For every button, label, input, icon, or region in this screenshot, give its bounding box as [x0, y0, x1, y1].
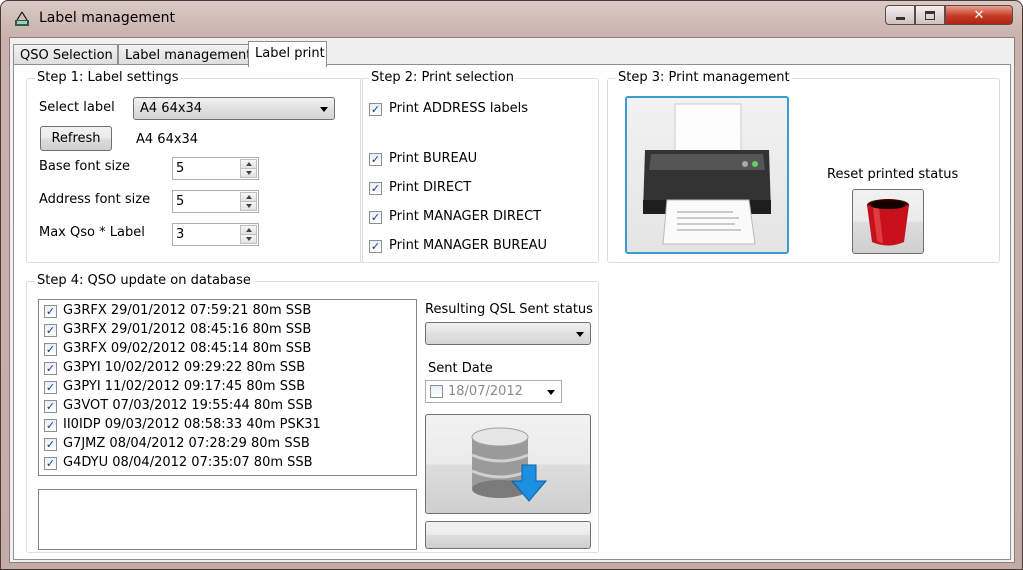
minimize-button[interactable] — [885, 5, 915, 25]
checkmark-icon: ✓ — [369, 153, 382, 166]
checkmark-icon[interactable]: ✓ — [44, 400, 57, 413]
max-qso-spinner[interactable]: 3 — [172, 223, 259, 246]
step3-title: Step 3: Print management — [616, 70, 792, 85]
list-item[interactable]: ✓ G4DYU 08/04/2012 07:35:07 80m SSB — [39, 454, 416, 473]
list-item-text: G3RFX 09/02/2012 08:45:14 80m SSB — [63, 341, 312, 356]
list-item[interactable]: ✓ G3RFX 29/01/2012 07:59:21 80m SSB — [39, 302, 416, 321]
max-qso-label: Max Qso * Label — [39, 225, 145, 240]
qsl-status-select[interactable] — [425, 322, 591, 345]
list-item[interactable]: ✓ G3RFX 29/01/2012 08:45:16 80m SSB — [39, 321, 416, 340]
log-textbox[interactable] — [38, 489, 417, 550]
checkmark-icon[interactable]: ✓ — [44, 419, 57, 432]
list-item[interactable]: ✓ G3PYI 11/02/2012 09:17:45 80m SSB — [39, 378, 416, 397]
address-font-size-spinner[interactable]: 5 — [172, 190, 259, 213]
chevron-down-icon — [320, 107, 328, 112]
title-bar[interactable]: Label management ✕ — [1, 1, 1022, 39]
list-item-text: G7JMZ 08/04/2012 07:28:29 80m SSB — [63, 436, 310, 451]
close-button[interactable]: ✕ — [945, 5, 1013, 25]
list-item[interactable]: ✓ G3PYI 10/02/2012 09:29:22 80m SSB — [39, 359, 416, 378]
close-icon: ✕ — [973, 7, 985, 23]
checkmark-icon: ✓ — [369, 182, 382, 195]
list-item[interactable]: ✓ G7JMZ 08/04/2012 07:28:29 80m SSB — [39, 435, 416, 454]
red-bin-icon — [867, 198, 909, 245]
list-item-text: II0IDP 09/03/2012 08:58:33 40m PSK31 — [63, 417, 321, 432]
list-item-text: G3VOT 07/03/2012 19:55:44 80m SSB — [63, 398, 313, 413]
address-font-size-label: Address font size — [39, 192, 151, 207]
list-item-text: G3RFX 29/01/2012 08:45:16 80m SSB — [63, 322, 312, 337]
tab-label-print[interactable]: Label print — [248, 41, 327, 67]
progress-bar — [425, 521, 591, 549]
spinner-down-icon[interactable] — [240, 201, 257, 211]
step1-title: Step 1: Label settings — [35, 70, 181, 85]
spinner-down-icon[interactable] — [240, 234, 257, 244]
sent-date-picker[interactable]: 18/07/2012 — [425, 380, 562, 403]
maximize-icon — [925, 10, 935, 20]
print-manager-direct-label: Print MANAGER DIRECT — [389, 209, 542, 224]
qso-checked-list[interactable]: ✓ G3RFX 29/01/2012 07:59:21 80m SSB ✓ G3RF… — [38, 299, 417, 476]
base-font-size-value: 5 — [176, 161, 185, 176]
step2-group: Step 2: Print selection ✓ Print ADDRESS l… — [360, 70, 599, 263]
base-font-size-spinner[interactable]: 5 — [172, 157, 259, 180]
checkmark-icon[interactable]: ✓ — [44, 324, 57, 337]
window-title: Label management — [39, 10, 176, 26]
chevron-down-icon — [547, 390, 555, 395]
list-item[interactable]: ✓ G3RFX 09/02/2012 08:45:14 80m SSB — [39, 340, 416, 359]
chevron-down-icon — [576, 332, 584, 337]
checkmark-icon: ✓ — [369, 211, 382, 224]
printer-icon — [643, 103, 771, 245]
qsl-status-label: Resulting QSL Sent status — [425, 302, 593, 317]
client-area: QSO Selection Label management Label pri… — [9, 37, 1015, 563]
minimize-icon — [895, 16, 905, 20]
refresh-button[interactable]: Refresh — [40, 126, 112, 151]
checkmark-icon[interactable]: ✓ — [44, 362, 57, 375]
checkmark-icon[interactable]: ✓ — [44, 457, 57, 470]
label-print-page: Step 1: Label settings Select label A4 6… — [13, 64, 1011, 560]
list-item-text: G3PYI 10/02/2012 09:29:22 80m SSB — [63, 360, 306, 375]
reset-printed-status-button[interactable] — [852, 189, 924, 254]
select-label-caption: Select label — [39, 100, 115, 115]
checkmark-icon[interactable]: ✓ — [44, 438, 57, 451]
reset-printed-status-label: Reset printed status — [827, 167, 959, 182]
print-manager-bureau-label: Print MANAGER BUREAU — [389, 238, 548, 253]
step3-group: Step 3: Print management Reset printed s… — [607, 70, 1000, 263]
address-font-size-value: 5 — [176, 194, 185, 209]
app-window: Label management ✕ QSO Selection Label m… — [0, 0, 1023, 570]
list-item-text: G3RFX 29/01/2012 07:59:21 80m SSB — [63, 303, 312, 318]
antenna-icon — [15, 11, 29, 26]
maximize-button[interactable] — [915, 5, 945, 25]
current-label-text: A4 64x34 — [136, 132, 199, 147]
checkmark-icon: ✓ — [369, 103, 382, 116]
checkmark-icon[interactable]: ✓ — [44, 381, 57, 394]
sent-date-label: Sent Date — [428, 361, 493, 376]
checkmark-icon[interactable]: ✓ — [44, 305, 57, 318]
sent-date-checkbox[interactable] — [430, 385, 443, 398]
checkmark-icon: ✓ — [369, 240, 382, 253]
step1-group: Step 1: Label settings Select label A4 6… — [26, 70, 363, 263]
print-bureau-label: Print BUREAU — [389, 151, 478, 166]
print-button[interactable] — [625, 96, 789, 254]
list-item[interactable]: ✓ II0IDP 09/03/2012 08:58:33 40m PSK31 — [39, 416, 416, 435]
base-font-size-label: Base font size — [39, 159, 130, 174]
list-item-text: G3PYI 11/02/2012 09:17:45 80m SSB — [63, 379, 306, 394]
step4-group: Step 4: QSO update on database ✓ G3RFX 29… — [26, 273, 599, 553]
checkmark-icon[interactable]: ✓ — [44, 343, 57, 356]
print-direct-label: Print DIRECT — [389, 180, 472, 195]
spinner-down-icon[interactable] — [240, 168, 257, 178]
sent-date-value: 18/07/2012 — [448, 384, 523, 399]
print-address-label: Print ADDRESS labels — [389, 101, 529, 116]
step2-title: Step 2: Print selection — [369, 70, 516, 85]
update-database-button[interactable] — [425, 414, 591, 514]
step4-title: Step 4: QSO update on database — [35, 273, 253, 288]
tab-label-management[interactable]: Label management — [118, 44, 251, 66]
database-download-icon — [471, 427, 548, 502]
max-qso-value: 3 — [176, 227, 185, 242]
label-select-value: A4 64x34 — [140, 101, 203, 116]
list-item-text: G4DYU 08/04/2012 07:35:07 80m SSB — [63, 455, 313, 470]
label-select[interactable]: A4 64x34 — [133, 97, 335, 120]
tab-qso-selection[interactable]: QSO Selection — [13, 44, 118, 66]
list-item[interactable]: ✓ G3VOT 07/03/2012 19:55:44 80m SSB — [39, 397, 416, 416]
